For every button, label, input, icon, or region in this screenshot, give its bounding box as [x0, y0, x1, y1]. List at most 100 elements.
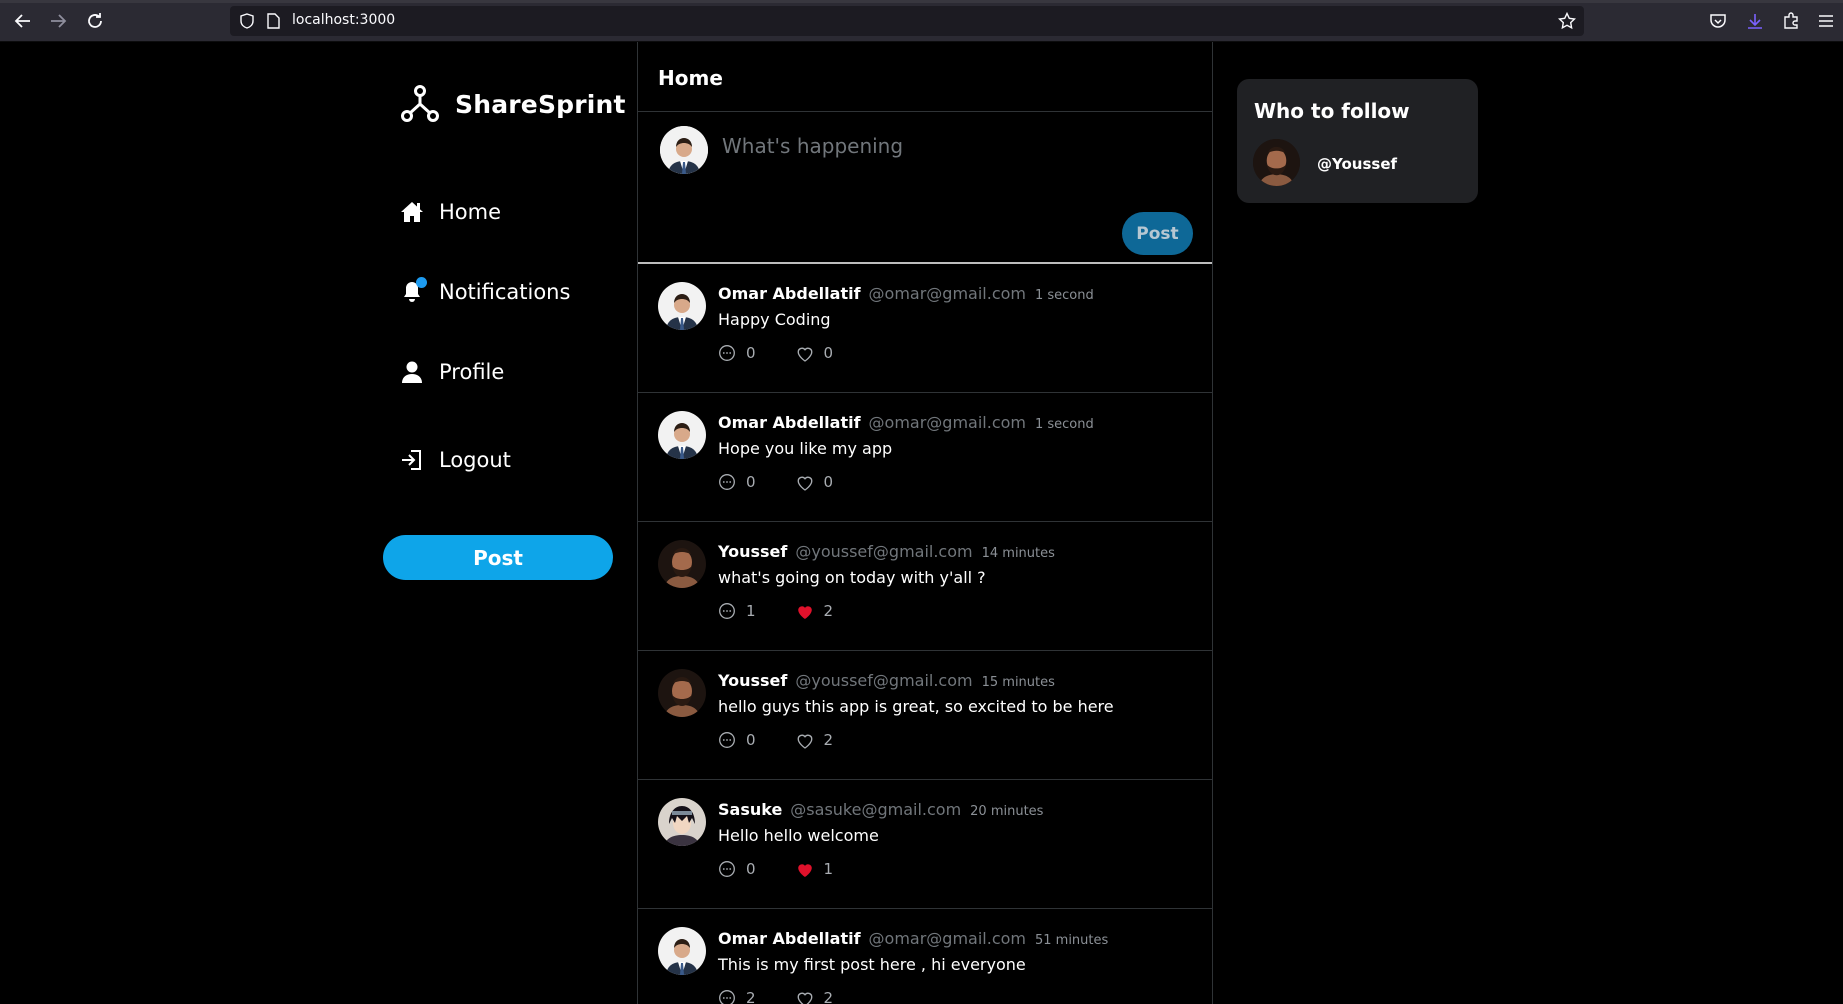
bell-icon — [400, 277, 427, 304]
avatar[interactable] — [658, 927, 706, 975]
follow-user-handle[interactable]: @Youssef — [1317, 155, 1397, 173]
comment-button[interactable]: 0 — [718, 473, 756, 491]
who-to-follow-title: Who to follow — [1254, 99, 1410, 123]
post-author-handle: @omar@gmail.com — [868, 284, 1026, 303]
avatar[interactable] — [658, 798, 706, 846]
post-author-name[interactable]: Youssef — [718, 671, 787, 690]
comment-icon — [718, 344, 736, 362]
post-header: Omar Abdellatif @omar@gmail.com 1 second — [718, 284, 1094, 303]
nav-item-home[interactable]: Home — [400, 200, 501, 224]
brand[interactable]: ShareSprint — [400, 84, 626, 124]
comment-count: 0 — [746, 731, 756, 749]
like-button[interactable]: 2 — [796, 602, 834, 620]
like-button[interactable]: 0 — [796, 344, 834, 362]
post-author-handle: @sasuke@gmail.com — [790, 800, 962, 819]
post-item[interactable]: Sasuke @sasuke@gmail.com 20 minutes Hello h… — [638, 780, 1212, 909]
feed-header: Home — [638, 42, 1212, 112]
post-item[interactable]: Omar Abdellatif @omar@gmail.com 1 second Ha… — [638, 264, 1212, 393]
comment-button[interactable]: 0 — [718, 731, 756, 749]
post-text: Hello hello welcome — [718, 826, 879, 845]
post-timestamp: 1 second — [1034, 417, 1094, 432]
post-author-handle: @omar@gmail.com — [868, 929, 1026, 948]
reload-button[interactable] — [84, 10, 106, 32]
who-to-follow-card: Who to follow @Youssef — [1237, 79, 1478, 203]
post-timestamp: 1 second — [1034, 288, 1094, 303]
page-title: Home — [658, 66, 723, 90]
url-text[interactable]: localhost:3000 — [292, 12, 395, 28]
comment-button[interactable]: 0 — [718, 860, 756, 878]
bookmark-star-icon[interactable] — [1558, 12, 1576, 30]
avatar[interactable] — [658, 669, 706, 717]
composer-post-button[interactable]: Post — [1122, 212, 1193, 255]
arrow-right-icon — [51, 14, 67, 28]
heart-icon — [796, 474, 814, 491]
comment-button[interactable]: 1 — [718, 602, 756, 620]
post-item[interactable]: Youssef @youssef@gmail.com 14 minutes what'… — [638, 522, 1212, 651]
avatar[interactable] — [658, 282, 706, 330]
nav-label: Home — [439, 200, 502, 224]
avatar[interactable] — [658, 540, 706, 588]
post-text: Hope you like my app — [718, 439, 893, 458]
post-item[interactable]: Youssef @youssef@gmail.com 15 minutes hello… — [638, 651, 1212, 780]
tab-strip-edge — [0, 0, 1843, 3]
like-count: 2 — [823, 602, 834, 620]
post-header: Youssef @youssef@gmail.com 15 minutes — [718, 671, 1055, 690]
hamburger-icon — [1819, 15, 1833, 27]
nav-item-logout[interactable]: Logout — [400, 448, 511, 472]
shield-icon[interactable] — [239, 13, 255, 29]
post-author-name[interactable]: Omar Abdellatif — [718, 413, 861, 432]
comment-count: 0 — [746, 860, 756, 878]
forward-button[interactable] — [47, 10, 69, 32]
post-author-name[interactable]: Youssef — [718, 542, 787, 561]
downloads-button[interactable] — [1745, 11, 1765, 31]
comment-button[interactable]: 0 — [718, 344, 756, 362]
reload-icon — [88, 13, 102, 28]
post-author-name[interactable]: Sasuke — [718, 800, 782, 819]
like-count: 0 — [823, 344, 834, 362]
back-button[interactable] — [12, 10, 34, 32]
extensions-button[interactable] — [1781, 11, 1801, 31]
like-button[interactable]: 2 — [796, 989, 834, 1004]
menu-button[interactable] — [1816, 11, 1836, 31]
puzzle-icon — [1784, 12, 1798, 29]
post-author-name[interactable]: Omar Abdellatif — [718, 284, 861, 303]
heart-icon — [796, 603, 814, 620]
like-count: 2 — [823, 989, 834, 1004]
nav-label: Profile — [439, 360, 505, 384]
post-text: This is my first post here , hi everyone — [718, 955, 1026, 974]
comment-button[interactable]: 2 — [718, 989, 756, 1004]
post-actions: 02 — [718, 731, 873, 749]
comment-icon — [718, 731, 736, 749]
post-actions: 22 — [718, 989, 873, 1004]
logout-icon — [400, 448, 424, 472]
post-header: Sasuke @sasuke@gmail.com 20 minutes — [718, 800, 1043, 819]
post-item[interactable]: Omar Abdellatif @omar@gmail.com 1 second Ho… — [638, 393, 1212, 522]
heart-icon — [796, 732, 814, 749]
download-icon — [1748, 14, 1762, 29]
like-button[interactable]: 1 — [796, 860, 834, 878]
post-author-handle: @youssef@gmail.com — [795, 671, 973, 690]
avatar[interactable] — [658, 411, 706, 459]
post-author-handle: @youssef@gmail.com — [795, 542, 973, 561]
heart-icon — [796, 990, 814, 1004]
post-list: Omar Abdellatif @omar@gmail.com 1 second Ha… — [638, 264, 1212, 1004]
composer-input[interactable] — [722, 134, 1192, 194]
post-author-name[interactable]: Omar Abdellatif — [718, 929, 861, 948]
sidebar-post-button[interactable]: Post — [383, 535, 613, 580]
address-bar[interactable]: localhost:3000 — [230, 6, 1584, 36]
like-count: 1 — [823, 860, 834, 878]
comment-icon — [718, 989, 736, 1004]
post-author-handle: @omar@gmail.com — [868, 413, 1026, 432]
post-timestamp: 51 minutes — [1034, 933, 1109, 948]
post-actions: 00 — [718, 344, 873, 362]
nav-item-profile[interactable]: Profile — [400, 360, 504, 384]
like-button[interactable]: 2 — [796, 731, 833, 749]
avatar — [660, 126, 708, 174]
page-icon — [267, 13, 280, 29]
like-button[interactable]: 0 — [796, 473, 833, 491]
nav-item-notifications[interactable]: Notifications — [400, 277, 570, 304]
post-item[interactable]: Omar Abdellatif @omar@gmail.com 51 minutes… — [638, 909, 1212, 1004]
pocket-button[interactable] — [1708, 11, 1728, 31]
comment-icon — [718, 602, 736, 620]
avatar[interactable] — [1253, 139, 1300, 186]
